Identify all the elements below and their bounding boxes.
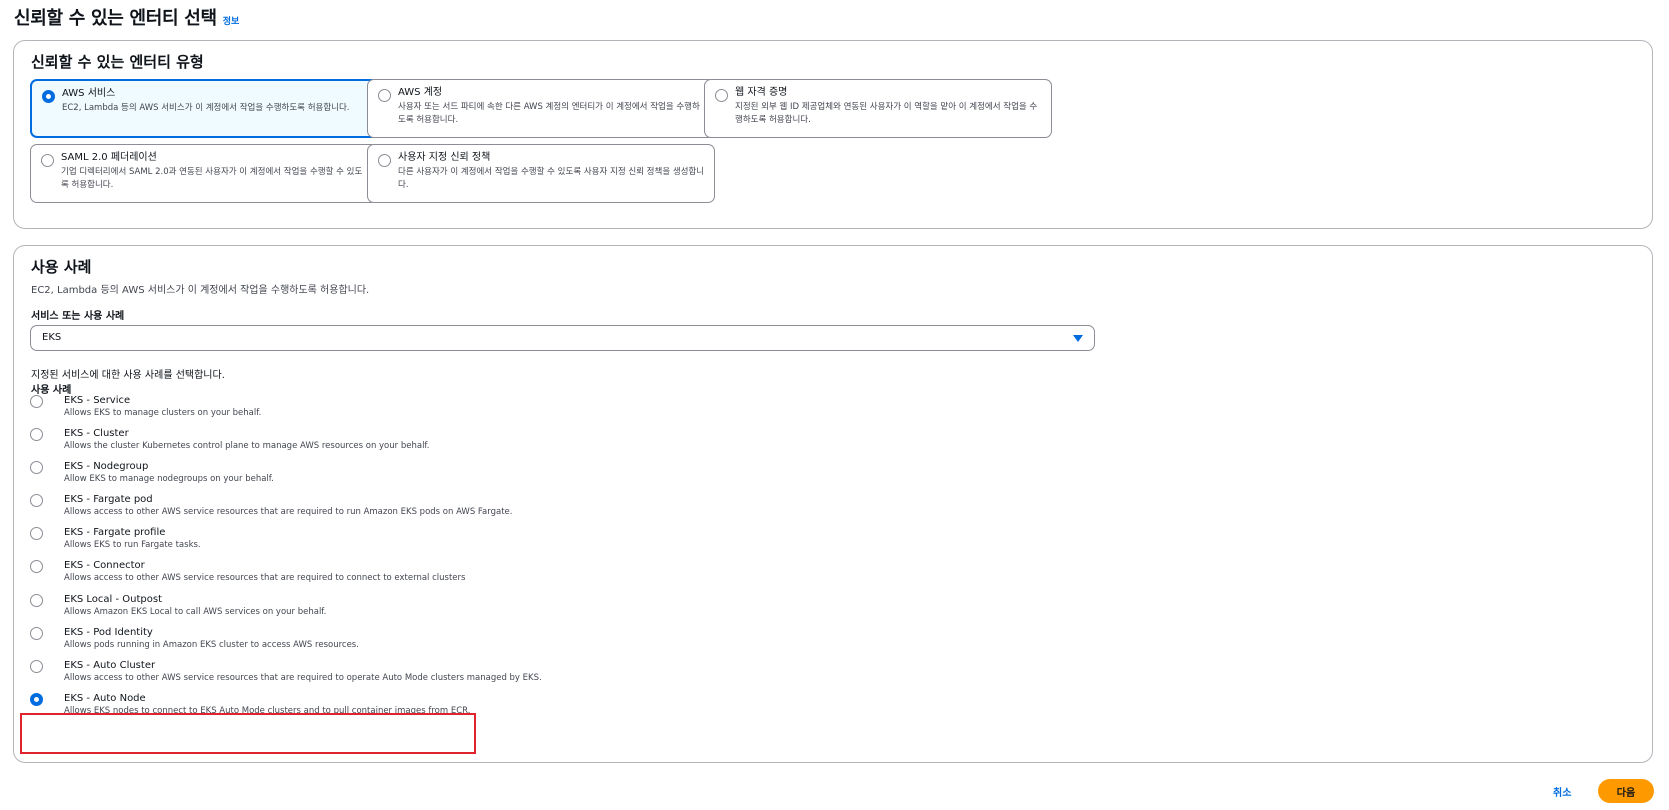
option-label: EKS - Fargate profile xyxy=(64,527,166,539)
option-description: Allows pods running in Amazon EKS cluste… xyxy=(64,639,359,650)
info-link[interactable]: 정보 xyxy=(223,14,240,27)
service-field-label: 서비스 또는 사용 사례 xyxy=(31,311,125,322)
option-description: Allows the cluster Kubernetes control pl… xyxy=(64,441,430,452)
radio-button[interactable] xyxy=(30,461,43,475)
use-case-description: EC2, Lambda 등의 AWS 서비스가 이 계정에서 작업을 수행하도록… xyxy=(31,285,370,296)
tile-description: EC2, Lambda 등의 AWS 서비스가 이 계정에서 작업을 수행하도록… xyxy=(62,103,350,113)
radio-button[interactable] xyxy=(30,527,43,541)
option-eks-service[interactable]: EKS - Service Allows EKS to manage clust… xyxy=(30,393,630,426)
tile-aws-service[interactable]: AWS 서비스 EC2, Lambda 등의 AWS 서비스가 이 계정에서 작… xyxy=(30,79,378,138)
cancel-button[interactable]: 취소 xyxy=(1553,784,1571,799)
radio-button[interactable] xyxy=(30,692,43,706)
option-description: Allow EKS to manage nodegroups on your b… xyxy=(64,474,274,485)
radio-button[interactable] xyxy=(30,593,43,607)
option-label: EKS - Pod Identity xyxy=(64,626,153,638)
option-label: EKS - Auto Cluster xyxy=(64,659,156,671)
option-eks-fargate-profile[interactable]: EKS - Fargate profile Allows EKS to run … xyxy=(30,525,630,558)
option-eks-auto-cluster[interactable]: EKS - Auto Cluster Allows access to othe… xyxy=(30,658,630,691)
option-eks-connector[interactable]: EKS - Connector Allows access to other A… xyxy=(30,558,630,591)
tile-description: 지정된 외부 웹 ID 제공업체와 연동된 사용자가 이 역할을 맡아 이 계정… xyxy=(735,102,1038,125)
tile-description: 다른 사용자가 이 계정에서 작업을 수행할 수 있도록 사용자 지정 신뢰 정… xyxy=(398,167,705,190)
tile-label: 사용자 지정 신뢰 정책 xyxy=(398,152,491,163)
page-header: 신뢰할 수 있는 엔터티 선택 정보 xyxy=(14,4,239,30)
tile-saml[interactable]: SAML 2.0 페더레이션 기업 디렉터리에서 SAML 2.0과 연동된 사… xyxy=(30,144,378,203)
entity-type-container: 신뢰할 수 있는 엔터티 유형 AWS 서비스 EC2, Lambda 등의 A… xyxy=(13,40,1653,229)
radio-custom-trust-policy[interactable] xyxy=(378,154,391,167)
option-eks-nodegroup[interactable]: EKS - Nodegroup Allow EKS to manage node… xyxy=(30,459,630,492)
radio-button[interactable] xyxy=(30,428,43,442)
page-title: 신뢰할 수 있는 엔터티 선택 xyxy=(14,8,217,29)
tile-description: 사용자 또는 서드 파티에 속한 다른 AWS 계정의 엔터티가 이 계정에서 … xyxy=(398,102,700,125)
option-eks-cluster[interactable]: EKS - Cluster Allows the cluster Kuberne… xyxy=(30,426,630,459)
tile-label: AWS 서비스 xyxy=(62,88,116,99)
radio-aws-account[interactable] xyxy=(378,89,391,102)
radio-button[interactable] xyxy=(30,626,43,640)
tile-label: SAML 2.0 페더레이션 xyxy=(61,152,157,163)
radio-aws-service[interactable] xyxy=(42,90,55,103)
option-description: Allows access to other AWS service resou… xyxy=(64,507,513,518)
option-eks-auto-node[interactable]: EKS - Auto Node Allows EKS nodes to conn… xyxy=(30,691,630,724)
option-label: EKS - Cluster xyxy=(64,428,129,440)
tile-custom-trust-policy[interactable]: 사용자 지정 신뢰 정책 다른 사용자가 이 계정에서 작업을 수행할 수 있도… xyxy=(367,144,715,203)
option-eks-local-outpost[interactable]: EKS Local - Outpost Allows Amazon EKS Lo… xyxy=(30,592,630,625)
tile-aws-account[interactable]: AWS 계정 사용자 또는 서드 파티에 속한 다른 AWS 계정의 엔터티가 … xyxy=(367,79,715,138)
option-label: EKS - Auto Node xyxy=(64,692,146,704)
radio-web-identity[interactable] xyxy=(715,89,728,102)
option-description: Allows Amazon EKS Local to call AWS serv… xyxy=(64,606,327,617)
use-case-options: EKS - Service Allows EKS to manage clust… xyxy=(30,393,630,724)
option-description: Allows EKS to run Fargate tasks. xyxy=(64,540,201,551)
next-button[interactable]: 다음 xyxy=(1598,779,1654,803)
option-description: Allows EKS nodes to connect to EKS Auto … xyxy=(64,705,471,716)
tile-label: 웹 자격 증명 xyxy=(735,87,788,98)
option-eks-fargate-pod[interactable]: EKS - Fargate pod Allows access to other… xyxy=(30,492,630,525)
radio-button[interactable] xyxy=(30,395,43,408)
option-description: Allows access to other AWS service resou… xyxy=(64,672,542,683)
entity-type-title: 신뢰할 수 있는 엔터티 유형 xyxy=(31,53,204,71)
option-label: EKS - Connector xyxy=(64,560,145,572)
radio-button[interactable] xyxy=(30,659,43,673)
caret-down-icon xyxy=(1073,335,1083,342)
service-select[interactable]: EKS xyxy=(30,325,1095,351)
option-label: EKS - Service xyxy=(64,395,131,406)
use-case-container: 사용 사례 EC2, Lambda 등의 AWS 서비스가 이 계정에서 작업을… xyxy=(13,245,1653,763)
tile-web-identity[interactable]: 웹 자격 증명 지정된 외부 웹 ID 제공업체와 연동된 사용자가 이 역할을… xyxy=(704,79,1052,138)
option-description: Allows access to other AWS service resou… xyxy=(64,573,466,584)
use-case-hint: 지정된 서비스에 대한 사용 사례를 선택합니다. xyxy=(31,370,225,381)
option-label: EKS Local - Outpost xyxy=(64,593,163,605)
radio-saml[interactable] xyxy=(41,154,54,167)
page: 신뢰할 수 있는 엔터티 선택 정보 신뢰할 수 있는 엔터티 유형 AWS 서… xyxy=(0,0,1669,810)
use-case-title: 사용 사례 xyxy=(31,258,92,276)
service-select-value: EKS xyxy=(42,332,62,343)
tile-description: 기업 디렉터리에서 SAML 2.0과 연동된 사용자가 이 계정에서 작업을 … xyxy=(61,167,363,190)
radio-button[interactable] xyxy=(30,494,43,508)
option-label: EKS - Nodegroup xyxy=(64,461,149,473)
option-eks-pod-identity[interactable]: EKS - Pod Identity Allows pods running i… xyxy=(30,625,630,658)
option-description: Allows EKS to manage clusters on your be… xyxy=(64,408,262,418)
tile-label: AWS 계정 xyxy=(398,87,443,98)
radio-button[interactable] xyxy=(30,560,43,574)
option-label: EKS - Fargate pod xyxy=(64,494,153,506)
